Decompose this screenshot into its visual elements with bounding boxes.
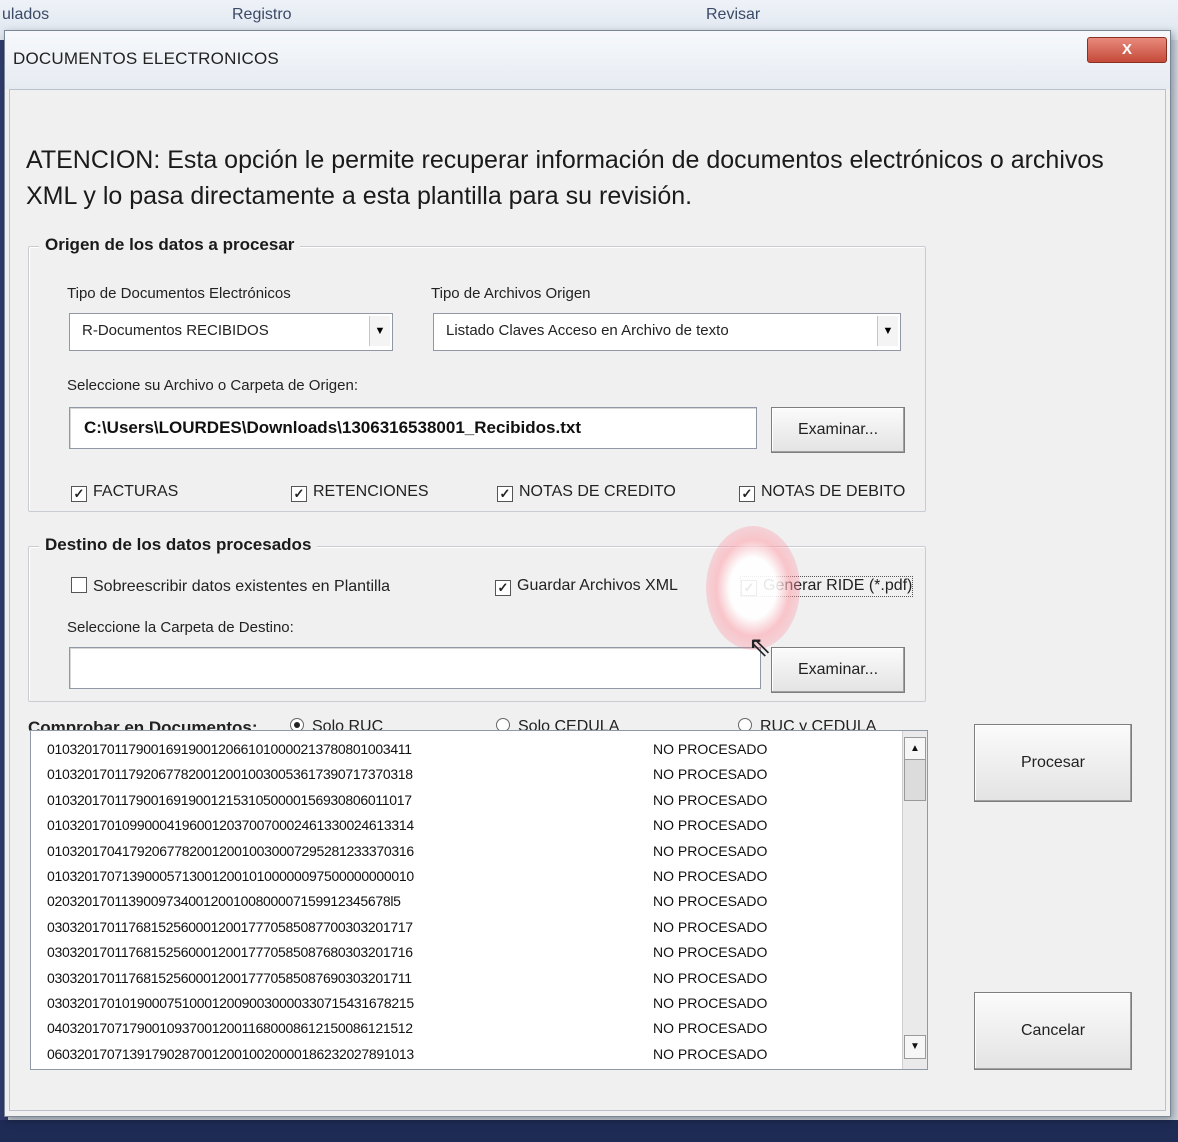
dialog-titlebar[interactable]: DOCUMENTOS ELECTRONICOS X — [5, 31, 1170, 89]
access-key: 0403201707179001093700120011680008612150… — [47, 1020, 413, 1037]
save-xml-label: Guardar Archivos XML — [517, 577, 678, 594]
file-type-select[interactable]: Listado Claves Acceso en Archivo de text… — [433, 313, 901, 351]
list-item[interactable]: 0303201701019000751000120090030000330715… — [47, 991, 887, 1016]
origin-browse-button[interactable]: Examinar... — [771, 407, 905, 453]
file-type-value: Listado Claves Acceso en Archivo de text… — [446, 322, 729, 339]
notas-credito-label: NOTAS DE CREDITO — [519, 483, 676, 500]
status: NO PROCESADO — [653, 867, 768, 884]
access-key: 0103201701179001691900121531050000156930… — [47, 791, 412, 808]
retenciones-label: RETENCIONES — [313, 483, 429, 500]
bg-tab: Registro — [232, 6, 292, 23]
destination-browse-button[interactable]: Examinar... — [771, 647, 905, 693]
save-xml-checkbox[interactable]: ✓ Guardar Archivos XML — [495, 577, 678, 596]
access-key: 0303201701176815256000120017770585087700… — [47, 918, 413, 935]
check-icon[interactable]: ✓ — [71, 486, 87, 502]
checkbox-empty-icon[interactable] — [71, 577, 87, 593]
dialog-title: DOCUMENTOS ELECTRONICOS — [13, 49, 279, 68]
list-item[interactable]: 0103201707139000571300120010100000097500… — [47, 864, 887, 889]
status: NO PROCESADO — [653, 791, 768, 808]
status: NO PROCESADO — [653, 1020, 768, 1037]
list-item[interactable]: 0103201701179206778200120010030053617390… — [47, 762, 887, 787]
access-key: 0103201701179206778200120010030053617390… — [47, 766, 413, 783]
list-item[interactable]: 0403201707179001093700120011680008612150… — [47, 1016, 887, 1041]
status: NO PROCESADO — [653, 1045, 768, 1062]
process-button[interactable]: Procesar — [974, 724, 1132, 802]
list-item[interactable]: 0203201701139009734001200100800007159912… — [47, 889, 887, 914]
list-item[interactable]: 0103201704179206778200120010030007295281… — [47, 839, 887, 864]
bg-tab: ulados — [2, 6, 50, 23]
doc-type-select[interactable]: R-Documentos RECIBIDOS ▼ — [69, 313, 393, 351]
chevron-down-icon[interactable]: ▼ — [877, 316, 898, 346]
list-item[interactable]: 0303201701176815256000120017770585087680… — [47, 940, 887, 965]
origin-legend: Origen de los datos a procesar — [39, 235, 301, 255]
status: NO PROCESADO — [653, 741, 768, 757]
status: NO PROCESADO — [653, 842, 768, 859]
doc-type-label: Tipo de Documentos Electrónicos — [67, 285, 291, 302]
background-taskbar — [0, 1120, 1178, 1142]
list-scrollbar[interactable]: ▲ ▼ — [902, 731, 927, 1069]
facturas-label: FACTURAS — [93, 483, 179, 500]
mouse-cursor-icon: ⇖ — [748, 631, 772, 662]
check-icon[interactable]: ✓ — [291, 486, 307, 502]
access-key: 0603201707139179028700120010020000186232… — [47, 1045, 414, 1062]
documents-listbox[interactable]: 0103201701179001691900120661010000213780… — [30, 730, 928, 1070]
list-item[interactable]: 0103201701179001691900120661010000213780… — [47, 737, 887, 762]
origin-group: Origen de los datos a procesar Tipo de D… — [28, 235, 926, 512]
notice-text: ATENCION: Esta opción le permite recuper… — [26, 146, 1104, 210]
documentos-dialog: DOCUMENTOS ELECTRONICOS X ATENCION: Esta… — [4, 30, 1171, 1117]
status: NO PROCESADO — [653, 817, 768, 834]
access-key: 0303201701176815256000120017770585087680… — [47, 944, 413, 961]
check-icon[interactable]: ✓ — [497, 486, 513, 502]
facturas-checkbox[interactable]: ✓ FACTURAS — [71, 483, 178, 502]
list-item[interactable]: 0303201701176815256000120017770585087690… — [47, 966, 887, 991]
scroll-thumb[interactable] — [904, 759, 926, 801]
file-type-label: Tipo de Archivos Origen — [431, 285, 591, 302]
notas-debito-label: NOTAS DE DEBITO — [761, 483, 906, 500]
retenciones-checkbox[interactable]: ✓ RETENCIONES — [291, 483, 429, 502]
check-icon[interactable]: ✓ — [739, 486, 755, 502]
status: NO PROCESADO — [653, 944, 768, 961]
list-item[interactable]: 0103201701099000419600120370070002461330… — [47, 813, 887, 838]
access-key: 0303201701019000751000120090030000330715… — [47, 994, 414, 1011]
cancel-button[interactable]: Cancelar — [974, 992, 1132, 1070]
access-key: 0103201701179001691900120661010000213780… — [47, 741, 412, 757]
destination-folder-input[interactable] — [69, 647, 761, 689]
access-key: 0303201701176815256000120017770585087690… — [47, 969, 412, 986]
overwrite-checkbox[interactable]: Sobreescribir datos existentes en Planti… — [71, 577, 390, 596]
doc-type-value: R-Documentos RECIBIDOS — [82, 322, 269, 339]
path-label: Seleccione su Archivo o Carpeta de Orige… — [67, 377, 358, 394]
list-item[interactable]: 0303201701176815256000120017770585087700… — [47, 915, 887, 940]
status: NO PROCESADO — [653, 766, 768, 783]
overwrite-label: Sobreescribir datos existentes en Planti… — [93, 578, 391, 595]
status: NO PROCESADO — [653, 969, 768, 986]
status: NO PROCESADO — [653, 994, 768, 1011]
notas-credito-checkbox[interactable]: ✓ NOTAS DE CREDITO — [497, 483, 676, 502]
status: NO PROCESADO — [653, 918, 768, 935]
bg-tab: Revisar — [706, 6, 761, 23]
check-icon[interactable]: ✓ — [495, 580, 511, 596]
origin-path-value: C:\Users\LOURDES\Downloads\1306316538001… — [84, 418, 581, 437]
origin-path-input[interactable]: C:\Users\LOURDES\Downloads\1306316538001… — [69, 407, 757, 449]
close-button[interactable]: X — [1087, 37, 1167, 63]
notas-debito-checkbox[interactable]: ✓ NOTAS DE DEBITO — [739, 483, 905, 502]
dialog-body: ATENCION: Esta opción le permite recuper… — [9, 89, 1166, 1111]
destination-legend: Destino de los datos procesados — [39, 535, 318, 555]
access-key: 0103201704179206778200120010030007295281… — [47, 842, 414, 859]
folder-label: Seleccione la Carpeta de Destino: — [67, 619, 294, 636]
scroll-down-icon[interactable]: ▼ — [904, 1035, 926, 1059]
scroll-up-icon[interactable]: ▲ — [904, 737, 926, 761]
chevron-down-icon[interactable]: ▼ — [369, 316, 390, 346]
documents-rows: 0103201701179001691900120661010000213780… — [47, 737, 887, 1067]
access-key: 0103201701099000419600120370070002461330… — [47, 817, 414, 834]
access-key: 0203201701139009734001200100800007159912… — [47, 893, 401, 910]
list-item[interactable]: 0103201701179001691900121531050000156930… — [47, 788, 887, 813]
status: NO PROCESADO — [653, 893, 768, 910]
access-key: 0103201707139000571300120010100000097500… — [47, 867, 414, 884]
list-item[interactable]: 0603201707139179028700120010020000186232… — [47, 1042, 887, 1067]
